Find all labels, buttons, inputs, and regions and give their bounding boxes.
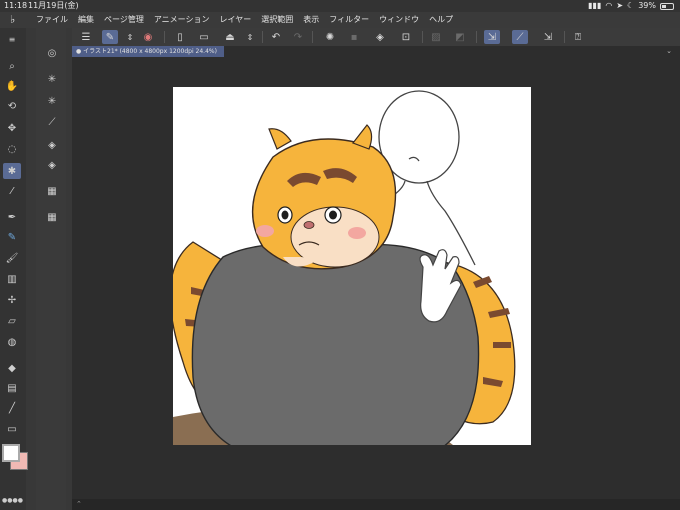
clock: 11:18 <box>4 1 28 10</box>
fill-bucket-icon[interactable]: ◈ <box>372 30 388 44</box>
sparkle-2-icon[interactable]: ✳ <box>44 94 60 108</box>
status-indicators: ▮▮▮ ◠ ➤ ☾ 39% <box>588 0 674 12</box>
command-menu-icon[interactable]: ☰ <box>78 30 94 44</box>
feather-icon[interactable]: ⟋ <box>44 115 60 129</box>
new-file-icon[interactable]: ▯ <box>172 30 188 44</box>
material-2-icon[interactable]: ▦ <box>44 210 60 224</box>
menu-window[interactable]: ウィンドウ <box>379 12 419 28</box>
date: 11月19日(金) <box>28 1 79 10</box>
menu-selection[interactable]: 選択範囲 <box>261 12 293 28</box>
chevron-down-icon[interactable]: ⌄ <box>666 46 672 57</box>
document-tab[interactable]: ● イラスト21* (4800 x 4800px 1200dpi 24.4%) <box>72 46 224 57</box>
battery-icon <box>660 2 674 10</box>
material-icon[interactable]: ▦ <box>44 184 60 198</box>
clear-icon[interactable]: ▪ <box>346 30 362 44</box>
record-icon[interactable]: ◉ <box>140 30 156 44</box>
frame-icon[interactable]: ▭ <box>3 421 21 437</box>
menu-animation[interactable]: アニメーション <box>154 12 210 28</box>
bottom-bar: ⌃ <box>72 499 680 510</box>
undo-icon[interactable]: ↶ <box>268 30 284 44</box>
help-icon[interactable]: ⍰ <box>570 30 586 44</box>
sparkle-icon[interactable]: ✳ <box>44 72 60 86</box>
canvas[interactable] <box>173 87 531 445</box>
pen-icon[interactable]: ✒ <box>3 209 21 225</box>
chevron-updown-icon[interactable]: ⇕ <box>122 30 138 44</box>
pencil-icon[interactable]: ✎ <box>3 229 21 245</box>
menu-bar: ♭ ファイル 編集 ページ管理 アニメーション レイヤー 選択範囲 表示 フィル… <box>0 12 680 28</box>
illustration <box>173 90 516 445</box>
wifi-icon: ◠ <box>605 1 613 10</box>
color-mode-icons[interactable]: ●●●● <box>2 497 23 504</box>
menu-filter[interactable]: フィルター <box>329 12 369 28</box>
invert-selection-icon[interactable]: ◩ <box>452 30 468 44</box>
fill-icon[interactable]: ◆ <box>3 360 21 376</box>
menu-page[interactable]: ページ管理 <box>104 12 144 28</box>
sub-tool-detail-icon[interactable]: ◎ <box>44 46 60 60</box>
ios-status-bar: 11:18 11月19日(金) ▮▮▮ ◠ ➤ ☾ 39% <box>0 0 680 12</box>
chevron-updown-2-icon[interactable]: ⇕ <box>242 30 258 44</box>
magic-wand-icon[interactable]: ✱ <box>3 163 21 179</box>
export-icon[interactable]: ⏏ <box>222 30 238 44</box>
menu-view[interactable]: 表示 <box>303 12 319 28</box>
location-icon: ➤ <box>616 1 624 10</box>
deselect-icon[interactable]: ▨ <box>428 30 444 44</box>
signal-icon: ▮▮▮ <box>588 1 602 10</box>
document-tab-bar: ● イラスト21* (4800 x 4800px 1200dpi 24.4%) … <box>72 46 680 57</box>
menu-file[interactable]: ファイル <box>36 12 68 28</box>
zoom-icon[interactable]: ⌕ <box>3 58 21 74</box>
palette-menu-icon[interactable]: ≡ <box>3 31 21 47</box>
layers-icon[interactable]: ◈ <box>44 158 60 172</box>
moon-icon: ☾ <box>627 1 635 10</box>
app-window: 11:18 11月19日(金) ▮▮▮ ◠ ➤ ☾ 39% ♭ ファイル 編集 … <box>0 0 680 510</box>
app-logo-icon[interactable]: ♭ <box>10 12 24 28</box>
open-file-icon[interactable]: ▭ <box>196 30 212 44</box>
menu-list: ファイル 編集 ページ管理 アニメーション レイヤー 選択範囲 表示 フィルター… <box>36 12 453 28</box>
figure-icon[interactable]: ╱ <box>3 400 21 416</box>
lasso-icon[interactable]: ◌ <box>3 141 21 157</box>
eyedropper-icon[interactable]: ⁄ <box>3 183 21 199</box>
snap-grid-icon[interactable]: ⇲ <box>540 30 556 44</box>
blend-icon[interactable]: ◍ <box>3 334 21 350</box>
transform-icon[interactable]: ⊡ <box>398 30 414 44</box>
brush-icon[interactable]: 🖌 <box>3 250 21 266</box>
gradient-icon[interactable]: ▤ <box>3 380 21 396</box>
command-bar: ☰ ✎ ⇕ ◉ ▯ ▭ ⏏ ⇕ ↶ ↷ ✺ ▪ ◈ ⊡ ▨ ◩ ⇲ ⟋ ⇲ ⍰ <box>72 28 680 46</box>
snap-special-ruler-icon[interactable]: ⟋ <box>512 30 528 44</box>
layer-icon[interactable]: ◈ <box>44 138 60 152</box>
airbrush-icon[interactable]: ▥ <box>3 271 21 287</box>
chevron-up-icon[interactable]: ⌃ <box>76 500 82 508</box>
menu-edit[interactable]: 編集 <box>78 12 94 28</box>
decoration-icon[interactable]: ✢ <box>3 292 21 308</box>
hand-icon[interactable]: ✋ <box>3 78 21 94</box>
edit-mode-icon[interactable]: ✎ <box>102 30 118 44</box>
snap-ruler-icon[interactable]: ⇲ <box>484 30 500 44</box>
loading-icon[interactable]: ✺ <box>322 30 338 44</box>
redo-icon[interactable]: ↷ <box>290 30 306 44</box>
move-icon[interactable]: ✥ <box>3 120 21 136</box>
menu-help[interactable]: ヘルプ <box>429 12 453 28</box>
rotate-icon[interactable]: ⟲ <box>3 98 21 114</box>
eraser-icon[interactable]: ▱ <box>3 313 21 329</box>
main-color-swatch[interactable] <box>2 444 20 462</box>
battery-percent: 39% <box>638 1 656 10</box>
menu-layer[interactable]: レイヤー <box>220 12 252 28</box>
